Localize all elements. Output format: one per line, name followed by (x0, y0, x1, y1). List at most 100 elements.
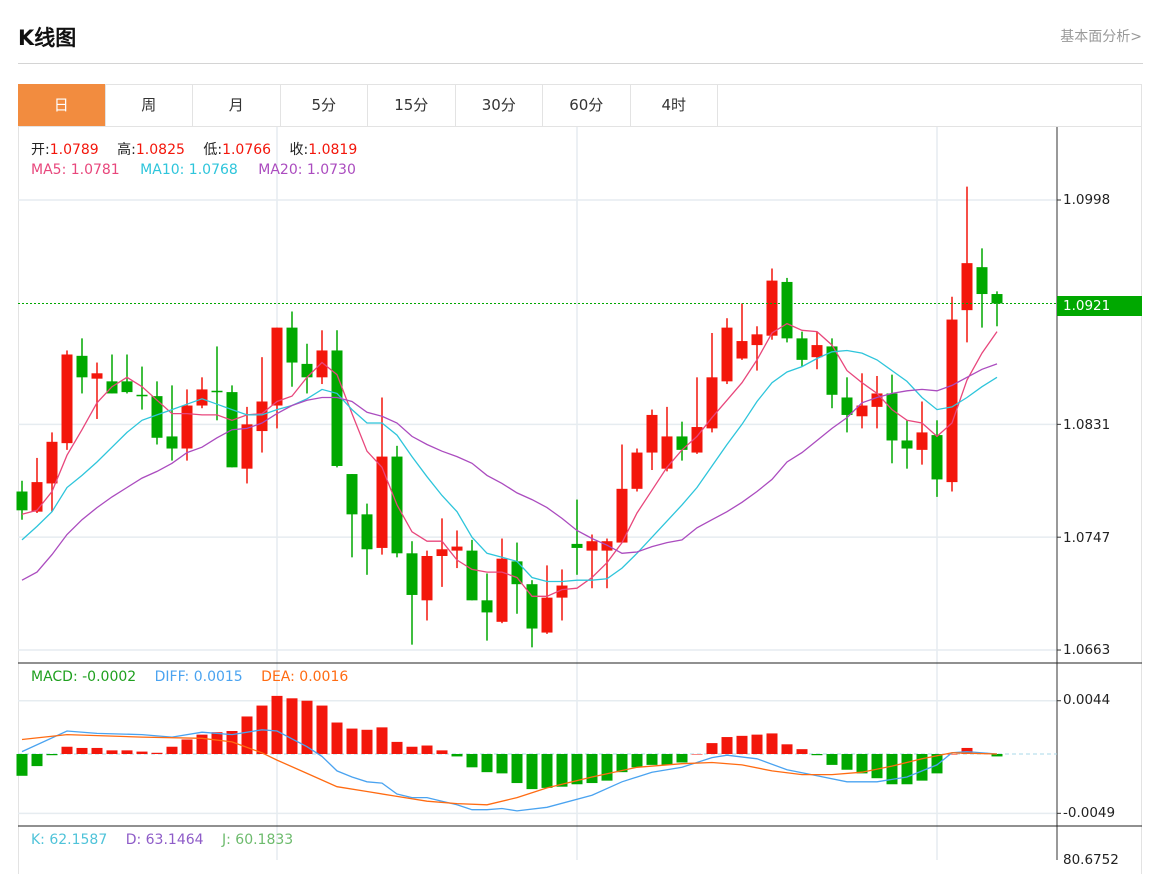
low-value: 1.0766 (222, 142, 272, 158)
candle-up (736, 341, 748, 359)
macd-bar (31, 754, 43, 767)
kdj-legend: K: 62.1587 D: 63.1464 J: 60.1833 (31, 832, 293, 848)
candle-up (256, 401, 268, 432)
ohlc-legend: 开:1.0789 高:1.0825 低:1.0766 收:1.0819 (31, 139, 357, 159)
macd-bar (766, 733, 778, 754)
ma5-line (21, 322, 998, 597)
k-value: K: 62.1587 (31, 832, 108, 848)
macd-bar (346, 728, 358, 754)
candle-down (466, 550, 478, 601)
candle-down (76, 355, 88, 378)
macd-bar (661, 754, 673, 765)
macd-bar (286, 698, 298, 754)
candle-up (541, 597, 553, 633)
high-value: 1.0825 (135, 142, 185, 158)
macd-bar (376, 727, 388, 754)
macd-bar (151, 752, 163, 754)
macd-bar (541, 754, 553, 788)
candle-up (451, 546, 463, 551)
candle-up (661, 436, 673, 469)
candle-up (871, 393, 883, 407)
candle-down (976, 267, 988, 295)
candle-up (766, 280, 778, 336)
macd-bar (121, 750, 133, 754)
macd-bar (781, 744, 793, 754)
candle-down (286, 327, 298, 363)
candle-down (781, 281, 793, 339)
macd-bar (496, 754, 508, 774)
candle-down (331, 350, 343, 466)
candle-down (481, 600, 493, 613)
macd-bar (901, 754, 913, 785)
macd-bar (361, 729, 373, 754)
macd-bar (826, 754, 838, 765)
ma5-legend: MA5: 1.0781 (31, 162, 120, 178)
macd-bar (451, 754, 463, 757)
macd-bar (91, 747, 103, 754)
macd-bar (751, 734, 763, 754)
candle-up (751, 334, 763, 346)
low-label: 低: (203, 142, 223, 158)
macd-bar (196, 734, 208, 754)
ma-legend: MA5: 1.0781 MA10: 1.0768 MA20: 1.0730 (31, 162, 356, 178)
macd-bar (406, 746, 418, 754)
close-label: 收: (289, 142, 309, 158)
macd-legend: MACD: -0.0002 DIFF: 0.0015 DEA: 0.0016 (31, 669, 348, 685)
close-value: 1.0819 (308, 142, 358, 158)
macd-bar (556, 754, 568, 787)
macd-bar (736, 735, 748, 754)
candle-up (721, 327, 733, 382)
candle-down (16, 491, 28, 511)
candle-down (346, 474, 358, 515)
candle-up (946, 319, 958, 483)
macd-bar (856, 754, 868, 774)
candle-down (301, 363, 313, 378)
macd-bar (691, 754, 703, 755)
macd-bar (631, 754, 643, 768)
macd-bar (721, 737, 733, 754)
candle-up (916, 432, 928, 450)
candle-up (316, 350, 328, 378)
candle-down (841, 397, 853, 415)
candle-up (496, 558, 508, 622)
macd-bar (871, 754, 883, 779)
kline-chart[interactable] (0, 0, 1157, 860)
candle-up (376, 456, 388, 548)
macd-bar (511, 754, 523, 784)
kdj-axis-label: 80.6752 (1063, 852, 1119, 868)
candle-up (91, 373, 103, 379)
candle-up (646, 414, 658, 453)
candle-down (166, 436, 178, 449)
macd-bar (316, 705, 328, 754)
ma10-legend: MA10: 1.0768 (140, 162, 238, 178)
price-axis-label: 1.0831 (1063, 417, 1111, 433)
macd-bar (136, 751, 148, 754)
candle-down (121, 381, 133, 393)
price-axis-label: 1.0663 (1063, 642, 1111, 658)
macd-bar (106, 750, 118, 754)
macd-bar (271, 695, 283, 754)
macd-bar (646, 754, 658, 765)
macd-bar (466, 754, 478, 768)
macd-bar (841, 754, 853, 770)
macd-bar (481, 754, 493, 773)
macd-bar (421, 745, 433, 754)
candle-up (241, 424, 253, 469)
candle-down (136, 394, 148, 397)
macd-bar (586, 754, 598, 784)
macd-bar (76, 747, 88, 754)
open-label: 开: (31, 142, 50, 158)
candle-up (811, 345, 823, 358)
macd-bar (391, 741, 403, 754)
macd-bar (211, 732, 223, 754)
candle-up (586, 541, 598, 551)
candle-up (271, 327, 283, 406)
macd-bar (331, 722, 343, 754)
price-axis-label: 1.0998 (1063, 192, 1111, 208)
candle-down (901, 440, 913, 449)
d-value: D: 63.1464 (125, 832, 204, 848)
candle-up (436, 549, 448, 556)
dea-value: DEA: 0.0016 (261, 669, 349, 685)
candle-up (31, 482, 43, 512)
macd-bar (46, 754, 58, 756)
